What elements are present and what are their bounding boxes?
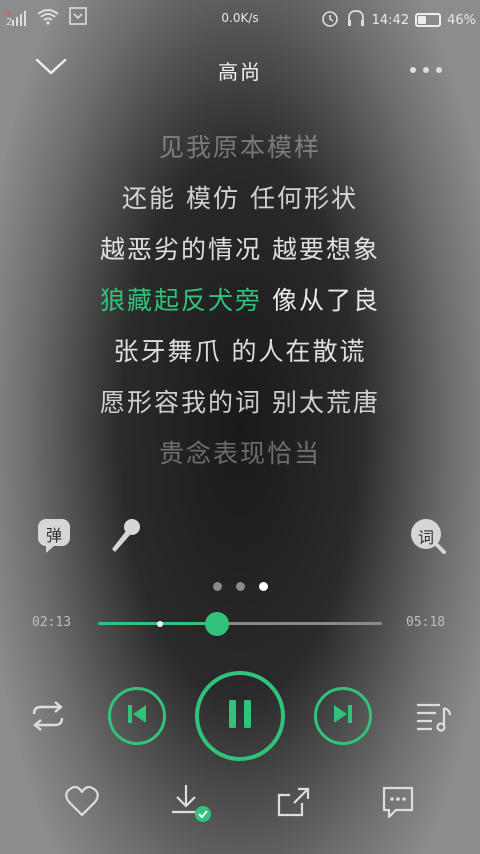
repeat-icon [28,701,68,738]
pause-icon [223,697,257,735]
danmaku-label: 弹 [45,526,62,545]
total-time: 05:18 [406,615,446,630]
previous-button[interactable] [108,687,166,745]
microphone-icon [104,519,144,560]
lyrics-toggle-label: 词 [417,528,434,547]
favorite-button[interactable] [64,784,100,818]
battery-icon [415,13,442,27]
repeat-button[interactable] [28,698,68,734]
lyric-line: 还能 模仿 任何形状 [122,184,358,213]
pause-button[interactable] [195,671,285,761]
karaoke-button[interactable] [104,516,144,556]
download-icon [168,785,214,828]
danmaku-button[interactable]: 弹 [36,516,76,556]
alarm-icon [320,8,340,32]
page-dot[interactable] [212,582,222,591]
clock-text: 14:42 [371,12,410,28]
lyric-line: 见我原本模样 [158,133,321,162]
lyric-current-sung: 狼藏起反犬旁 [100,286,263,315]
playlist-button[interactable] [414,698,454,734]
more-dots-icon [408,62,444,81]
battery-percent: 46% [447,12,476,28]
skip-previous-icon [124,701,150,731]
lyric-current-unsung: 像从了良 [262,286,380,315]
page-dot[interactable] [258,582,268,591]
headphones-icon [346,8,366,32]
progress-thumb[interactable] [205,611,230,636]
page-indicator[interactable] [0,582,480,591]
download-button[interactable] [168,782,214,824]
lyric-line: 张牙舞爪 的人在散谎 [113,337,367,366]
lyric-line: 愿形容我的词 别太荒唐 [100,388,380,417]
elapsed-time: 02:13 [32,615,72,630]
share-button[interactable] [276,786,312,818]
lyric-line: 越恶劣的情况 越要想象 [100,235,380,264]
skip-next-icon [330,701,356,731]
more-button[interactable] [408,62,444,76]
lyric-line-current: 狼藏起反犬旁 像从了良 [0,275,480,326]
next-button[interactable] [314,687,372,745]
share-icon [276,787,312,822]
status-bar: x 2 0.0K/s 14:42 46% [0,0,480,36]
lyrics-toggle-button[interactable]: 词 [408,516,448,556]
comment-icon [380,786,416,824]
progress-slider[interactable] [98,611,382,636]
page-dot[interactable] [235,582,245,591]
comment-button[interactable] [380,784,416,820]
lyrics-panel[interactable]: 见我原本模样 还能 模仿 任何形状 越恶劣的情况 越要想象 狼藏起反犬旁 像从了… [0,122,480,479]
status-right: 14:42 46% [320,8,476,32]
heart-icon [64,785,100,822]
lyric-line: 贵念表现恰当 [158,439,321,468]
playlist-icon [414,703,454,738]
